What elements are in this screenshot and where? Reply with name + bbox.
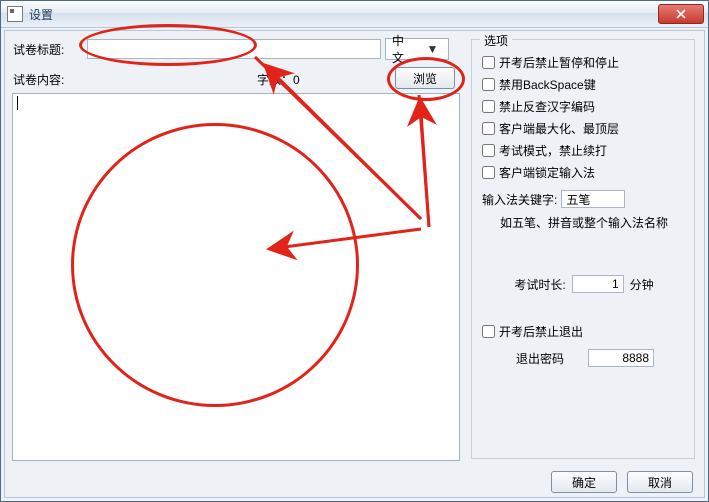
exit-pwd-row: 退出密码 [482,349,686,367]
window-title: 设置 [29,6,658,23]
app-icon [7,6,23,22]
cb-fancha-box[interactable] [482,100,495,113]
duration-unit: 分钟 [630,276,654,293]
language-value: 中文 [386,32,417,66]
options-legend: 选项 [480,32,512,49]
close-icon [676,9,686,19]
content-textarea[interactable] [12,93,460,461]
exit-pwd-label: 退出密码 [516,350,564,367]
cb-fancha[interactable]: 禁止反查汉字编码 [482,96,686,116]
cb-pause-box[interactable] [482,56,495,69]
exit-pwd-input[interactable] [588,349,654,367]
titlebar: 设置 [1,1,708,28]
browse-button[interactable]: 浏览 [395,67,455,89]
content-label: 试卷内容: [13,71,64,88]
ime-row: 输入法关键字: [482,190,686,208]
title-input[interactable] [87,39,381,59]
ime-input[interactable] [561,190,625,208]
cb-pause[interactable]: 开考后禁止暂停和停止 [482,52,686,72]
close-button[interactable] [658,4,704,24]
cb-exam-mode-box[interactable] [482,144,495,157]
charcount-label: 字数：0 [257,71,300,88]
duration-row: 考试时长: 分钟 [482,275,686,293]
cb-exit-box[interactable] [482,325,495,338]
ime-hint: 如五笔、拼音或整个输入法名称 [500,214,686,231]
duration-label: 考试时长: [514,276,565,293]
settings-window: 设置 试卷标题: 中文 ▼ 试卷内容: 字数：0 浏览 选项 开考后禁止暂停和停 [0,0,709,502]
cb-exam-mode[interactable]: 考试模式，禁止续打 [482,140,686,160]
window-body: 试卷标题: 中文 ▼ 试卷内容: 字数：0 浏览 选项 开考后禁止暂停和停止 禁… [1,27,708,501]
duration-input[interactable] [572,275,624,293]
options-fieldset: 选项 开考后禁止暂停和停止 禁用BackSpace键 禁止反查汉字编码 客户端最… [471,39,695,459]
cb-lock-ime-box[interactable] [482,166,495,179]
cb-exit[interactable]: 开考后禁止退出 [482,321,686,341]
cb-backspace[interactable]: 禁用BackSpace键 [482,74,686,94]
cb-maximize[interactable]: 客户端最大化、最顶层 [482,118,686,138]
chevron-down-icon: ▼ [417,42,448,56]
language-combo[interactable]: 中文 ▼ [385,38,449,60]
title-label: 试卷标题: [13,41,64,58]
cb-backspace-box[interactable] [482,78,495,91]
cancel-button[interactable]: 取消 [627,471,693,493]
cb-lock-ime[interactable]: 客户端锁定输入法 [482,162,686,182]
ok-button[interactable]: 确定 [551,471,617,493]
ime-label: 输入法关键字: [482,191,557,208]
cb-maximize-box[interactable] [482,122,495,135]
